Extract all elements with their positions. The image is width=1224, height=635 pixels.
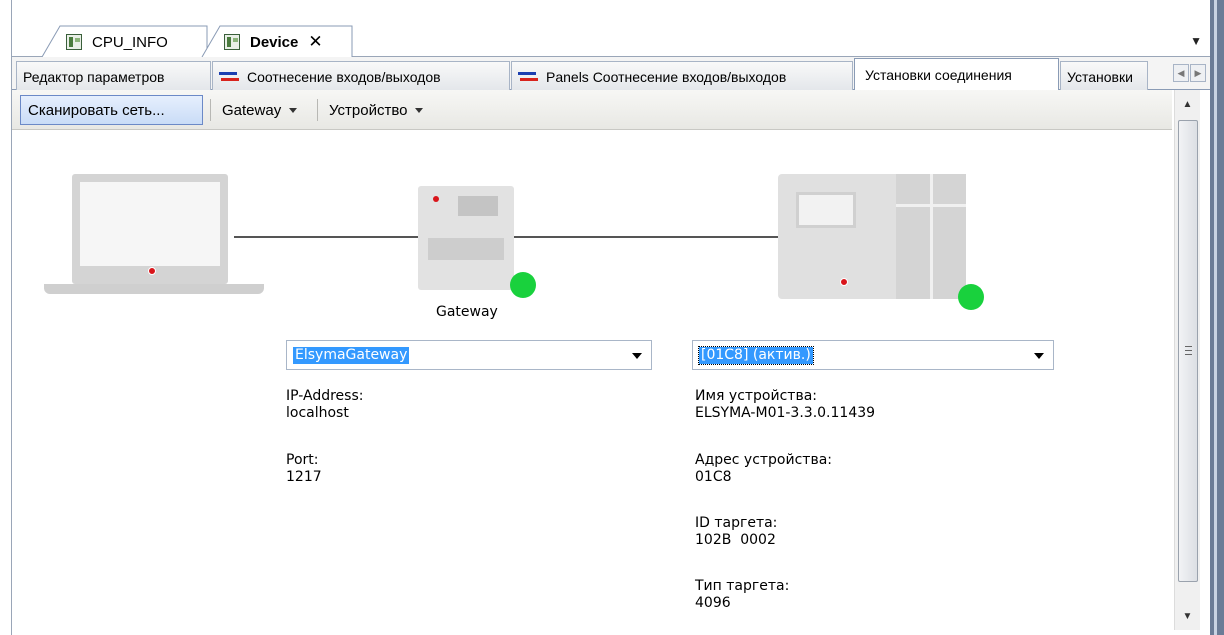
plc-device-icon [778, 174, 978, 304]
gateway-ip-info: IP-Address: localhost [286, 388, 363, 422]
target-id-value: 102B 0002 [695, 532, 776, 548]
port-value: 1217 [286, 469, 322, 485]
grip-icon [1185, 346, 1192, 355]
ip-address-label: IP-Address: [286, 388, 364, 404]
vertical-scrollbar[interactable]: ▲ ▼ [1174, 90, 1200, 630]
scrollbar-thumb[interactable] [1178, 120, 1198, 582]
toolbar-separator [317, 99, 318, 121]
device-select-value: [01C8] (актив.) [698, 346, 814, 365]
device-icon [66, 34, 82, 50]
io-mapping-icon [219, 71, 239, 83]
top-strip [12, 0, 1210, 8]
page-tab-strip: Редактор параметров Соотнесение входов/в… [12, 57, 1210, 91]
gateway-menu-label: Gateway [222, 101, 282, 119]
device-menu-button[interactable]: Устройство [322, 95, 430, 125]
tab-cpu-info-label: CPU_INFO [92, 33, 168, 51]
chevron-down-icon [1034, 353, 1044, 359]
device-address-label: Адрес устройства: [695, 452, 832, 468]
toolbar-separator [210, 99, 211, 121]
scroll-left-icon[interactable]: ◀ [1173, 64, 1189, 82]
gateway-select-value: ElsymaGateway [293, 347, 410, 364]
tab-device-label: Device [250, 33, 299, 51]
tab-device[interactable]: Device ✕ [214, 26, 352, 58]
tab-settings-label: Установки [1067, 68, 1133, 85]
tab-connection-settings-label: Установки соединения [865, 67, 1012, 83]
target-type-value: 4096 [695, 595, 731, 611]
scan-network-button[interactable]: Сканировать сеть... [20, 95, 203, 125]
device-status-icon [958, 284, 984, 310]
editor-tab-strip: CPU_INFO Device ✕ ▼ [12, 22, 1210, 58]
scan-network-label: Сканировать сеть... [28, 101, 165, 119]
scroll-right-icon[interactable]: ▶ [1190, 64, 1206, 82]
scroll-up-icon[interactable]: ▲ [1175, 92, 1200, 116]
device-menu-label: Устройство [329, 101, 408, 119]
device-address-value: 01C8 [695, 469, 732, 485]
target-id-label: ID таргета: [695, 515, 778, 531]
tab-io-mapping[interactable]: Соотнесение входов/выходов [212, 61, 510, 91]
tab-scroll-buttons: ◀ ▶ [1173, 64, 1206, 82]
device-name-info: Имя устройства: ELSYMA-M01-3.3.0.11439 [695, 388, 875, 422]
gateway-select[interactable]: ElsymaGateway [286, 340, 652, 370]
tab-settings[interactable]: Установки [1060, 61, 1148, 91]
tab-connection-settings[interactable]: Установки соединения [854, 58, 1059, 91]
connection-line [514, 236, 778, 238]
gateway-menu-button[interactable]: Gateway [215, 95, 304, 125]
laptop-icon [44, 174, 264, 302]
gateway-port-info: Port: 1217 [286, 452, 322, 486]
close-icon[interactable]: ✕ [308, 32, 322, 52]
device-select[interactable]: [01C8] (актив.) [692, 340, 1054, 370]
tab-cpu-info[interactable]: CPU_INFO [56, 26, 206, 58]
toolbar: Сканировать сеть... Gateway Устройство [12, 90, 1172, 130]
target-type-info: Тип таргета: 4096 [695, 578, 789, 612]
tab-panels-io-mapping-label: Panels Соотнесение входов/выходов [546, 68, 787, 85]
chevron-down-icon [289, 107, 298, 113]
left-frame-edge [0, 0, 12, 635]
tab-parameter-editor-label: Редактор параметров [23, 68, 165, 85]
chevron-down-icon [415, 107, 424, 113]
connection-settings-panel: Gateway ElsymaGateway [01C8] (актив.) IP… [12, 130, 1174, 630]
device-address-info: Адрес устройства: 01C8 [695, 452, 832, 486]
device-name-label: Имя устройства: [695, 388, 817, 404]
tab-parameter-editor[interactable]: Редактор параметров [16, 61, 211, 91]
target-type-label: Тип таргета: [695, 578, 790, 594]
scroll-down-icon[interactable]: ▼ [1175, 604, 1200, 628]
tab-io-mapping-label: Соотнесение входов/выходов [247, 68, 441, 85]
gateway-status-icon [510, 272, 536, 298]
device-icon [224, 34, 240, 50]
io-mapping-icon [518, 71, 538, 83]
port-label: Port: [286, 452, 319, 468]
ip-address-value: localhost [286, 405, 349, 421]
tab-panels-io-mapping[interactable]: Panels Соотнесение входов/выходов [511, 61, 853, 91]
tab-list-dropdown-icon[interactable]: ▼ [1190, 34, 1202, 48]
connection-line [234, 236, 418, 238]
chevron-down-icon [632, 353, 642, 359]
device-name-value: ELSYMA-M01-3.3.0.11439 [695, 405, 876, 421]
target-id-info: ID таргета: 102B 0002 [695, 515, 777, 549]
right-splitter[interactable] [1210, 0, 1224, 635]
gateway-caption: Gateway [436, 304, 498, 320]
